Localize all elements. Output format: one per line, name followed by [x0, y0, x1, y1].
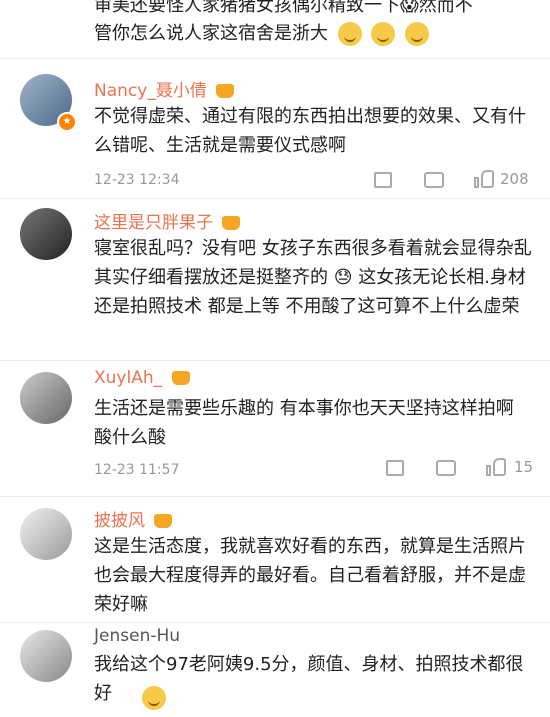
- thumbs-up-icon[interactable]: [486, 458, 506, 476]
- crown-icon: [222, 216, 241, 230]
- username-text: 披披风: [94, 511, 145, 531]
- like-count: 15: [514, 458, 534, 476]
- divider: [0, 496, 550, 497]
- username[interactable]: 这里是只胖果子: [94, 208, 241, 233]
- username[interactable]: Jensen-Hu: [94, 626, 180, 646]
- avatar[interactable]: [20, 372, 72, 424]
- previous-comment-fragment: 审美还要怪人家猪猪女孩偶尔精致一下😱然而不 管你怎么说人家这宿舍是浙大: [94, 0, 534, 56]
- username[interactable]: XuylAh_: [94, 368, 190, 388]
- comment-icon[interactable]: [436, 460, 456, 476]
- emoji-icon: [142, 686, 166, 710]
- previous-comment-line-2-text: 管你怎么说人家这宿舍是浙大: [94, 23, 328, 44]
- doge-emoji-icon: [405, 22, 430, 46]
- comment-text: 生活还是需要些乐趣的 有本事你也天天坚持这样拍啊 酸什么酸: [94, 398, 514, 448]
- username[interactable]: 披披风: [94, 506, 173, 531]
- divider: [0, 622, 550, 623]
- crown-icon: [216, 84, 235, 98]
- divider: [0, 198, 550, 199]
- avatar[interactable]: [20, 208, 72, 260]
- thumbs-up-icon[interactable]: [474, 170, 494, 188]
- crown-icon: [154, 514, 173, 528]
- like-count: 208: [500, 170, 529, 188]
- vip-badge-icon: ★: [57, 112, 77, 132]
- doge-emoji-icon: [337, 22, 362, 46]
- crown-icon: [171, 371, 190, 385]
- comment-text: 这是生活态度，我就喜欢好看的东西，就算是生活照片也会最大程度得弄的最好看。自己看…: [94, 536, 526, 615]
- divider: [0, 58, 550, 59]
- repost-icon[interactable]: [374, 172, 392, 188]
- username-text: Jensen-Hu: [94, 626, 181, 646]
- avatar[interactable]: [20, 508, 72, 560]
- comment-text: 寝室很乱吗？没有吧 女孩子东西很多看着就会显得杂乱 其实仔细看摆放还是挺整齐的 …: [94, 238, 532, 317]
- comment-text: 不觉得虚荣、通过有限的东西拍出想要的效果、又有什么错呢、生活就是需要仪式感啊: [94, 106, 526, 156]
- previous-comment-line-1: 审美还要怪人家猪猪女孩偶尔精致一下😱然而不: [94, 0, 473, 16]
- username-text: Nancy_聂小倩: [94, 81, 207, 101]
- previous-comment-line-2: 管你怎么说人家这宿舍是浙大: [94, 20, 430, 48]
- username-text: 这里是只胖果子: [94, 213, 213, 233]
- doge-emoji-icon: [371, 22, 396, 46]
- avatar[interactable]: [20, 630, 72, 682]
- repost-icon[interactable]: [386, 460, 404, 476]
- comment-time: 12-23 12:34: [94, 172, 180, 188]
- comment-icon[interactable]: [424, 172, 444, 188]
- comment-time: 12-23 11:57: [94, 462, 180, 478]
- username[interactable]: Nancy_聂小倩: [94, 76, 235, 101]
- username-text: XuylAh_: [94, 368, 163, 388]
- divider: [0, 360, 550, 361]
